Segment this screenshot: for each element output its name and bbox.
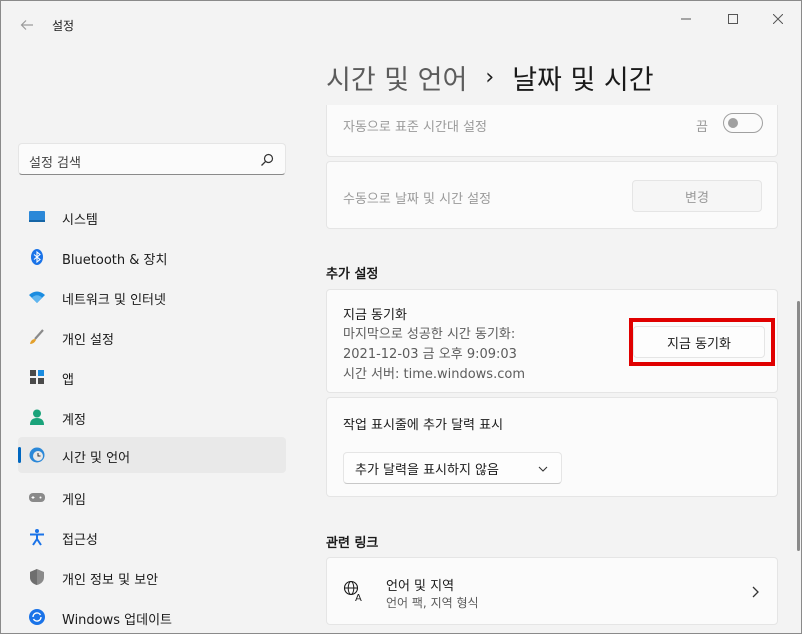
- minimize-icon: [681, 18, 691, 20]
- close-icon: [773, 14, 783, 24]
- sidebar-item-gaming[interactable]: 게임: [18, 479, 286, 515]
- sidebar-item-privacy[interactable]: 개인 정보 및 보안: [18, 559, 286, 595]
- language-icon: A: [343, 580, 362, 602]
- sidebar-item-windows-update[interactable]: Windows 업데이트: [18, 599, 286, 633]
- breadcrumb-parent[interactable]: 시간 및 언어: [326, 58, 467, 97]
- search-placeholder: 설정 검색: [29, 156, 81, 171]
- page-title: 날짜 및 시간: [512, 64, 654, 96]
- bluetooth-icon: [31, 249, 43, 265]
- additional-settings-heading: 추가 설정: [326, 267, 379, 282]
- personalization-icon: [30, 329, 44, 344]
- taskbar-calendar-label: 작업 표시줄에 추가 달력 표시: [343, 418, 504, 433]
- last-sync-time: 2021-12-03 금 오후 9:09:03: [343, 347, 517, 362]
- sync-now-button[interactable]: 지금 동기화: [633, 326, 765, 358]
- sidebar-item-personalization[interactable]: 개인 설정: [18, 319, 286, 355]
- privacy-icon: [30, 569, 44, 585]
- last-sync-label: 마지막으로 성공한 시간 동기화:: [343, 327, 516, 342]
- auto-timezone-card: 자동으로 표준 시간대 설정 끔: [326, 105, 778, 157]
- calendar-dropdown-value: 추가 달력을 표시하지 않음: [355, 462, 499, 478]
- minimize-button[interactable]: [671, 7, 701, 31]
- language-region-title: 언어 및 지역: [386, 579, 455, 594]
- time-server: 시간 서버: time.windows.com: [343, 367, 525, 382]
- maximize-button[interactable]: [718, 7, 748, 31]
- sync-card: 지금 동기화 마지막으로 성공한 시간 동기화: 2021-12-03 금 오후…: [326, 289, 778, 393]
- active-indicator: [18, 447, 21, 463]
- content-area: 자동으로 표준 시간대 설정 끔 수동으로 날짜 및 시간 설정 변경 추가 설…: [321, 105, 791, 633]
- title-bar: 설정: [1, 1, 801, 49]
- sidebar-item-label: 네트워크 및 인터넷: [62, 293, 166, 308]
- sidebar-item-bluetooth[interactable]: Bluetooth & 장치: [18, 239, 286, 275]
- search-icon: [261, 153, 274, 166]
- system-icon: [29, 211, 45, 222]
- sidebar-item-label: 시간 및 언어: [62, 451, 131, 466]
- back-button[interactable]: [15, 13, 39, 37]
- toggle-state-label: 끔: [696, 120, 708, 135]
- apps-icon: [30, 370, 44, 384]
- sidebar-item-label: Bluetooth & 장치: [62, 253, 168, 268]
- settings-window: 설정 설정 검색 시스템 Bluetooth & 장치 네트워크 및 인터넷 개…: [0, 0, 802, 634]
- manual-datetime-card: 수동으로 날짜 및 시간 설정 변경: [326, 161, 778, 229]
- sidebar-item-accessibility[interactable]: 접근성: [18, 519, 286, 555]
- calendar-dropdown[interactable]: 추가 달력을 표시하지 않음: [343, 452, 562, 484]
- change-button[interactable]: 변경: [632, 180, 762, 212]
- auto-timezone-label: 자동으로 표준 시간대 설정: [343, 120, 487, 135]
- sync-title: 지금 동기화: [343, 308, 407, 323]
- app-title: 설정: [52, 19, 75, 33]
- sidebar-item-accounts[interactable]: 계정: [18, 399, 286, 435]
- back-arrow-icon: [20, 20, 33, 30]
- close-button[interactable]: [763, 7, 793, 31]
- chevron-right-icon: [752, 586, 759, 598]
- sidebar-item-time-language[interactable]: 시간 및 언어: [18, 437, 286, 473]
- sidebar-item-label: 계정: [62, 413, 86, 428]
- scrollbar[interactable]: [797, 301, 800, 551]
- svg-text:A: A: [355, 593, 362, 602]
- sidebar-item-system[interactable]: 시스템: [18, 199, 286, 235]
- language-region-subtitle: 언어 팩, 지역 형식: [386, 596, 479, 610]
- auto-timezone-toggle[interactable]: [723, 113, 763, 133]
- accessibility-icon: [30, 529, 44, 546]
- gaming-icon: [29, 493, 45, 502]
- windows-update-icon: [29, 609, 45, 625]
- chevron-down-icon: [538, 466, 548, 472]
- sidebar-item-label: 개인 정보 및 보안: [62, 573, 159, 588]
- language-region-link[interactable]: A 언어 및 지역 언어 팩, 지역 형식: [326, 557, 778, 625]
- accounts-icon: [30, 409, 44, 425]
- sidebar-item-label: 시스템: [62, 213, 98, 228]
- taskbar-calendar-card: 작업 표시줄에 추가 달력 표시 추가 달력을 표시하지 않음: [326, 397, 778, 497]
- sidebar-item-label: 개인 설정: [62, 333, 114, 348]
- sidebar-item-label: 앱: [62, 373, 74, 388]
- sidebar-item-network[interactable]: 네트워크 및 인터넷: [18, 279, 286, 315]
- sidebar-item-apps[interactable]: 앱: [18, 359, 286, 395]
- manual-datetime-label: 수동으로 날짜 및 시간 설정: [343, 192, 492, 207]
- related-links-heading: 관련 링크: [326, 536, 379, 551]
- breadcrumb: 시간 및 언어 › 날짜 및 시간: [326, 57, 654, 97]
- sidebar-item-label: Windows 업데이트: [62, 613, 173, 628]
- network-icon: [29, 291, 45, 303]
- sidebar-item-label: 게임: [62, 493, 86, 508]
- maximize-icon: [728, 14, 738, 24]
- time-language-icon: [29, 447, 45, 463]
- sidebar-item-label: 접근성: [62, 533, 98, 548]
- breadcrumb-separator: ›: [485, 64, 495, 90]
- search-input[interactable]: 설정 검색: [18, 143, 286, 175]
